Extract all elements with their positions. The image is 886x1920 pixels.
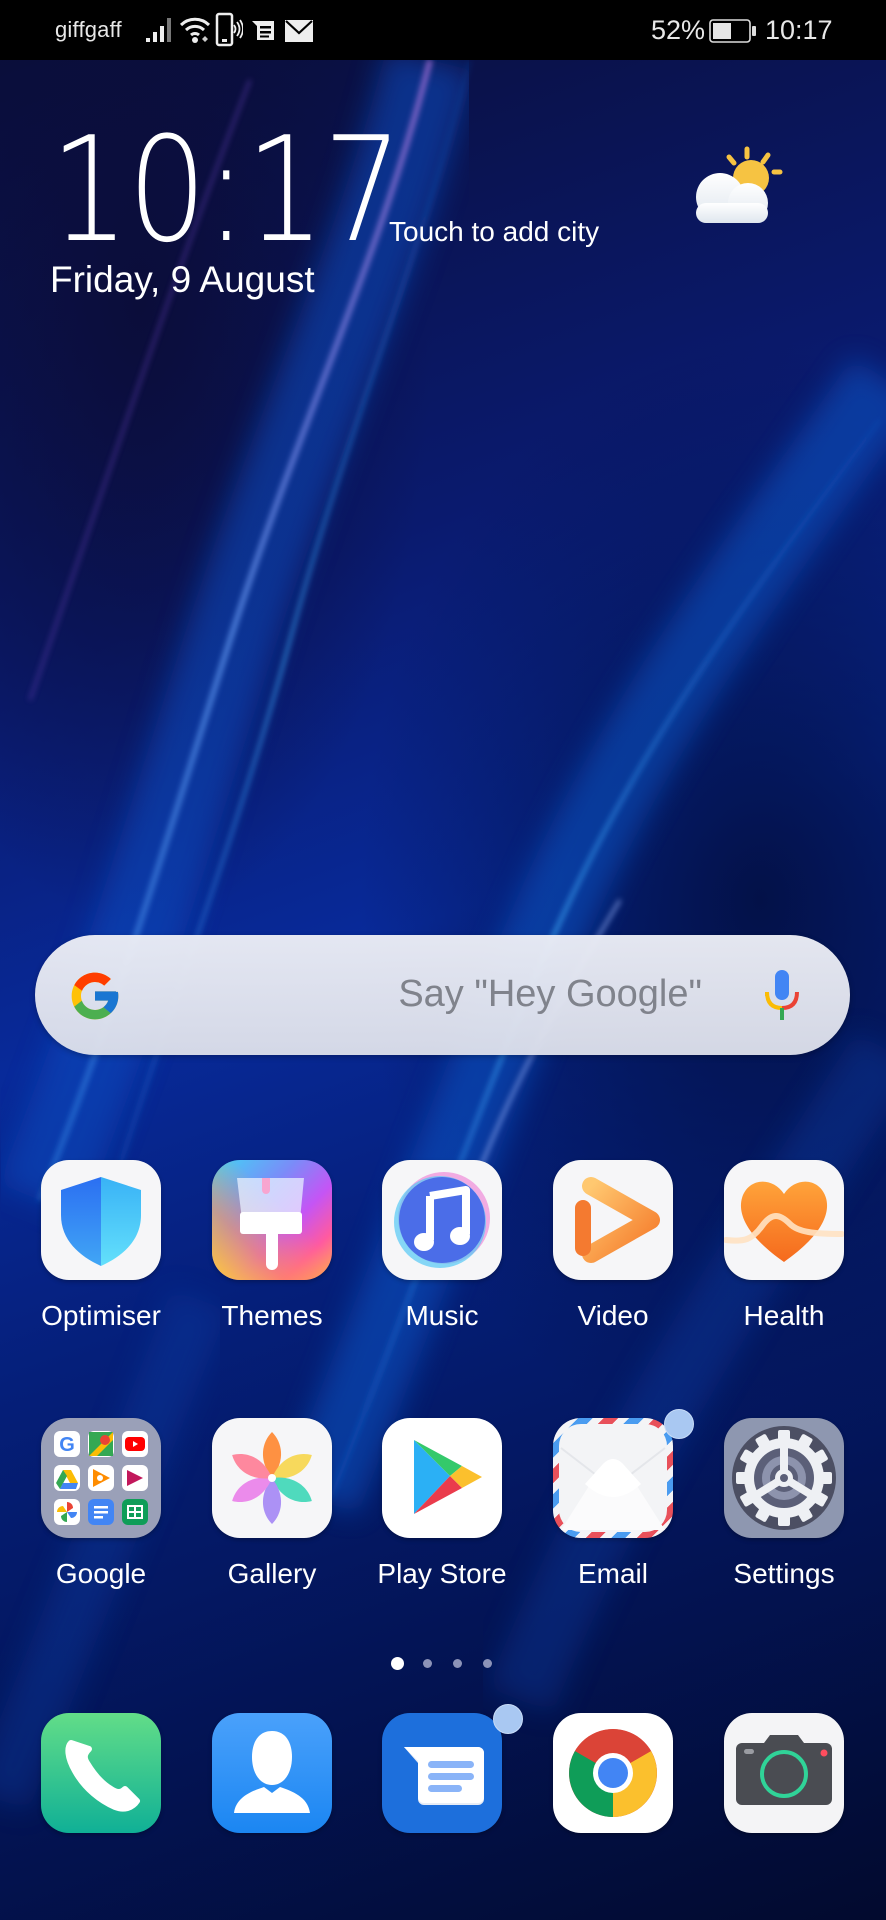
signal-icon — [146, 18, 171, 42]
contact-icon — [212, 1713, 332, 1833]
page-indicator[interactable] — [0, 1657, 886, 1671]
phone-icon — [41, 1713, 161, 1833]
google-search-bar[interactable]: Say "Hey Google" — [35, 935, 850, 1055]
app-label: Google — [55, 1558, 147, 1589]
clock-time[interactable]: 10:17 — [50, 118, 402, 263]
play-icon — [553, 1160, 673, 1280]
microphone-icon[interactable] — [762, 968, 802, 1024]
app-music[interactable]: Music — [357, 1160, 527, 1331]
app-google-folder[interactable]: G Google — [16, 1418, 186, 1589]
app-label: Optimiser — [41, 1300, 161, 1331]
app-label: Health — [743, 1300, 825, 1331]
app-gallery[interactable]: Gallery — [187, 1418, 357, 1589]
dock-chrome[interactable] — [528, 1713, 698, 1883]
message-notification-icon — [252, 21, 274, 40]
messages-icon — [382, 1713, 502, 1833]
status-bar: giffgaff 52% 10:17 — [0, 0, 886, 60]
add-city-link[interactable]: Touch to add city — [389, 216, 599, 248]
camera-icon — [724, 1713, 844, 1833]
notification-badge — [493, 1704, 523, 1734]
app-label: Gallery — [227, 1558, 317, 1589]
heart-icon — [724, 1160, 844, 1280]
app-health[interactable]: Health — [699, 1160, 869, 1331]
app-label: Themes — [221, 1300, 323, 1331]
mail-notification-icon — [285, 20, 313, 42]
envelope-icon — [553, 1418, 673, 1538]
app-label: Email — [577, 1558, 648, 1589]
status-time: 10:17 — [765, 15, 833, 45]
app-email[interactable]: Email — [528, 1409, 698, 1589]
flower-icon — [212, 1418, 332, 1538]
battery-percent: 52% — [651, 15, 706, 45]
shield-icon — [41, 1160, 161, 1280]
dock-messages[interactable] — [357, 1704, 527, 1883]
page-dot-1[interactable] — [391, 1657, 404, 1670]
app-themes[interactable]: Themes — [187, 1160, 357, 1331]
nfc-phone-icon — [215, 12, 243, 47]
home-screen: giffgaff 52% 10:17 10:17 Friday, 9 Augus… — [0, 0, 886, 1920]
page-dot-3[interactable] — [453, 1659, 462, 1668]
app-settings[interactable]: Settings — [699, 1418, 869, 1589]
search-placeholder[interactable]: Say "Hey Google" — [398, 973, 702, 1016]
app-play-store[interactable]: Play Store — [357, 1418, 527, 1589]
folder-icon: G — [41, 1418, 161, 1538]
app-label: Play Store — [377, 1558, 507, 1589]
carrier-name: giffgaff — [55, 17, 122, 42]
wifi-icon — [179, 17, 211, 43]
dock-phone[interactable] — [16, 1713, 186, 1883]
chrome-icon — [553, 1713, 673, 1833]
page-dot-2[interactable] — [423, 1659, 432, 1668]
music-note-icon — [382, 1160, 502, 1280]
gear-icon — [724, 1418, 844, 1538]
app-optimiser[interactable]: Optimiser — [16, 1160, 186, 1331]
play-store-icon — [382, 1418, 502, 1538]
clock-date[interactable]: Friday, 9 August — [50, 259, 315, 301]
app-video[interactable]: Video — [528, 1160, 698, 1331]
app-label: Music — [405, 1300, 479, 1331]
page-dot-4[interactable] — [483, 1659, 492, 1668]
notification-badge — [664, 1409, 694, 1439]
paintbrush-icon — [212, 1160, 332, 1280]
dock-contacts[interactable] — [187, 1713, 357, 1883]
google-logo-icon — [71, 972, 119, 1020]
partly-sunny-icon[interactable] — [692, 145, 784, 227]
svg-text:G: G — [59, 1434, 75, 1456]
dock-camera[interactable] — [699, 1713, 869, 1883]
app-label: Video — [577, 1300, 649, 1331]
app-label: Settings — [733, 1558, 835, 1589]
battery-icon — [709, 19, 756, 43]
